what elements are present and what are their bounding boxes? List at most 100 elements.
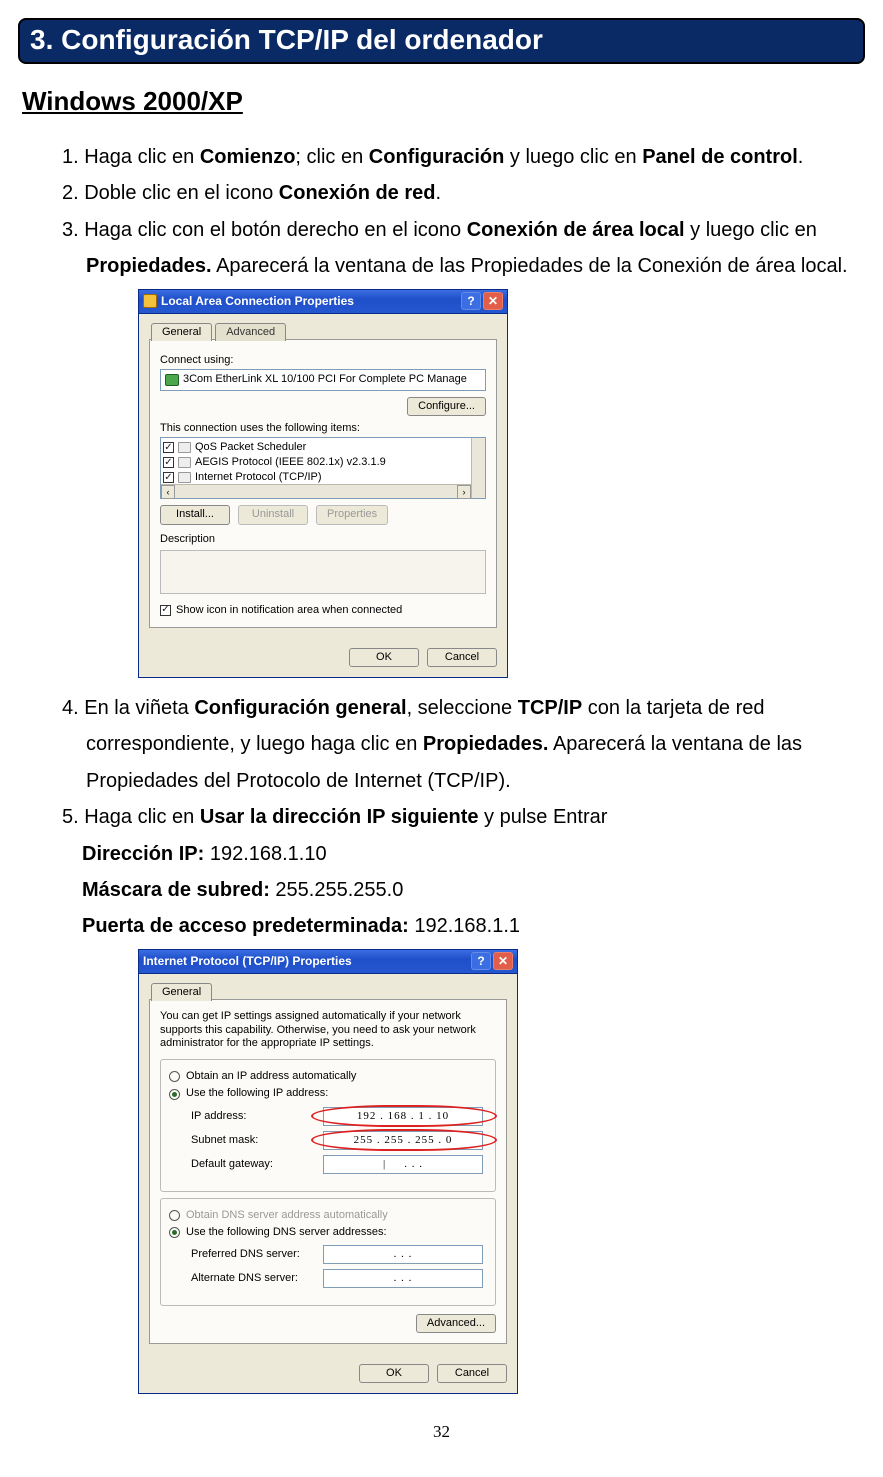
list-item[interactable]: QoS Packet Scheduler [163,440,483,455]
dns-group: Obtain DNS server address automatically … [160,1198,496,1306]
cancel-button[interactable]: Cancel [427,648,497,667]
item-label: QoS Packet Scheduler [195,441,306,454]
window-title: Internet Protocol (TCP/IP) Properties [143,954,471,968]
ip-address-input[interactable]: 192 . 168 . 1 . 10 [323,1107,483,1126]
alternate-dns-label: Alternate DNS server: [191,1272,323,1285]
subnet-mask-label: Subnet mask: [191,1134,323,1147]
horizontal-scrollbar[interactable]: ‹› [161,484,471,498]
cancel-button[interactable]: Cancel [437,1364,507,1383]
items-listbox[interactable]: QoS Packet Scheduler AEGIS Protocol (IEE… [160,437,486,499]
show-icon-label: Show icon in notification area when conn… [176,604,402,617]
text: 255.255.255.0 [270,879,403,901]
bold: Propiedades. [423,733,549,755]
close-button[interactable]: ✕ [483,292,503,310]
tab-advanced[interactable]: Advanced [215,323,286,341]
step-5: 5. Haga clic en Usar la dirección IP sig… [18,799,865,835]
text: , seleccione [407,697,518,719]
default-gateway-label: Default gateway: [191,1158,323,1171]
bold: TCP/IP [518,697,582,719]
radio-label: Use the following DNS server addresses: [186,1226,387,1239]
section-banner: 3. Configuración TCP/IP del ordenador [18,18,865,64]
help-button[interactable]: ? [461,292,481,310]
radio-use-ip[interactable]: Use the following IP address: [169,1087,487,1100]
description-box [160,550,486,594]
window-title: Local Area Connection Properties [161,294,461,308]
radio-icon[interactable] [169,1089,180,1100]
ok-button[interactable]: OK [359,1364,429,1383]
text: 192.168.1.1 [409,915,520,937]
show-icon-row[interactable]: Show icon in notification area when conn… [160,604,486,617]
os-heading: Windows 2000/XP [22,86,865,117]
radio-label: Obtain DNS server address automatically [186,1209,388,1222]
gw-line: Puerta de acceso predeterminada: 192.168… [18,908,865,944]
text: ; clic en [295,146,368,168]
checkbox-icon[interactable] [163,472,174,483]
tab-general[interactable]: General [151,323,212,341]
bold: Propiedades. [86,255,212,277]
text: 3. Haga clic con el botón derecho en el … [62,219,467,241]
bold: Comienzo [200,146,296,168]
text: 192.168.1.10 [204,843,326,865]
bold: Conexión de área local [467,219,685,241]
figure-2: Internet Protocol (TCP/IP) Properties ? … [18,949,865,1395]
radio-icon[interactable] [169,1071,180,1082]
vertical-scrollbar[interactable] [471,438,485,498]
advanced-button[interactable]: Advanced... [416,1314,496,1333]
bold: Usar la dirección IP siguiente [200,806,479,828]
list-item[interactable]: AEGIS Protocol (IEEE 802.1x) v2.3.1.9 [163,455,483,470]
preferred-dns-label: Preferred DNS server: [191,1248,323,1261]
adapter-name: 3Com EtherLink XL 10/100 PCI For Complet… [183,373,467,386]
text: 4. En la viñeta [62,697,194,719]
bold: Dirección IP: [82,843,204,865]
radio-label: Use the following IP address: [186,1087,328,1100]
text: y luego clic en [504,146,642,168]
close-button[interactable]: ✕ [493,952,513,970]
text: . [436,182,442,204]
alternate-dns-input[interactable]: . . . [323,1269,483,1288]
window-icon [143,294,157,308]
bold: Configuración [369,146,505,168]
titlebar[interactable]: Internet Protocol (TCP/IP) Properties ? … [139,950,517,974]
checkbox-icon[interactable] [160,605,171,616]
service-icon [178,472,191,483]
adapter-field[interactable]: 3Com EtherLink XL 10/100 PCI For Complet… [160,369,486,391]
preferred-dns-input[interactable]: . . . [323,1245,483,1264]
titlebar[interactable]: Local Area Connection Properties ? ✕ [139,290,507,314]
checkbox-icon[interactable] [163,457,174,468]
dialog-lan-properties: Local Area Connection Properties ? ✕ Gen… [138,289,508,679]
help-button[interactable]: ? [471,952,491,970]
item-label: AEGIS Protocol (IEEE 802.1x) v2.3.1.9 [195,456,386,469]
ok-button[interactable]: OK [349,648,419,667]
item-label: Internet Protocol (TCP/IP) [195,471,322,484]
description-text: You can get IP settings assigned automat… [160,1010,496,1051]
figure-1: Local Area Connection Properties ? ✕ Gen… [18,289,865,679]
text: y pulse Entrar [478,806,607,828]
list-item[interactable]: Internet Protocol (TCP/IP) [163,470,483,485]
radio-obtain-dns: Obtain DNS server address automatically [169,1209,487,1222]
tab-general[interactable]: General [151,983,212,1001]
bold: Máscara de subred: [82,879,270,901]
ip-line: Dirección IP: 192.168.1.10 [18,836,865,872]
step-3: 3. Haga clic con el botón derecho en el … [18,212,865,285]
radio-obtain-ip[interactable]: Obtain an IP address automatically [169,1070,487,1083]
document-body: 1. Haga clic en Comienzo; clic en Config… [18,139,865,1394]
bold: Puerta de acceso predeterminada: [82,915,409,937]
properties-button: Properties [316,505,388,524]
radio-use-dns[interactable]: Use the following DNS server addresses: [169,1226,487,1239]
checkbox-icon[interactable] [163,442,174,453]
step-4: 4. En la viñeta Configuración general, s… [18,690,865,799]
text: 5. Haga clic en [62,806,200,828]
default-gateway-input[interactable]: . . . [323,1155,483,1174]
scroll-left-icon[interactable]: ‹ [161,485,175,499]
items-label: This connection uses the following items… [160,422,486,435]
nic-icon [165,374,179,386]
subnet-mask-input[interactable]: 255 . 255 . 255 . 0 [323,1131,483,1150]
configure-button[interactable]: Configure... [407,397,486,416]
service-icon [178,442,191,453]
install-button[interactable]: Install... [160,505,230,524]
ip-group: Obtain an IP address automatically Use t… [160,1059,496,1191]
tab-strip: General Advanced [149,322,497,340]
scroll-right-icon[interactable]: › [457,485,471,499]
radio-icon[interactable] [169,1227,180,1238]
text: y luego clic en [685,219,817,241]
